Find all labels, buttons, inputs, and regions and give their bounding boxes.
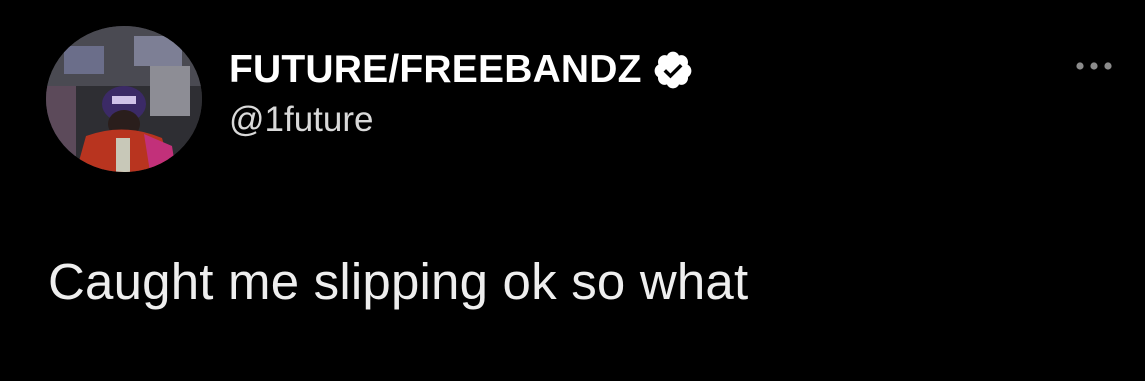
author-handle[interactable]: @1future [229,98,694,142]
author-header: FUTURE/FREEBANDZ @1future [229,46,694,142]
verified-badge-icon [652,49,694,91]
tweet-card: FUTURE/FREEBANDZ @1future Caught me slip… [0,0,1145,381]
avatar-photo [46,26,202,172]
avatar[interactable] [46,26,202,172]
name-row: FUTURE/FREEBANDZ [229,46,694,94]
more-options-icon[interactable] [1073,52,1115,80]
tweet-text: Caught me slipping ok so what [48,253,749,310]
author-display-name[interactable]: FUTURE/FREEBANDZ [229,46,642,94]
